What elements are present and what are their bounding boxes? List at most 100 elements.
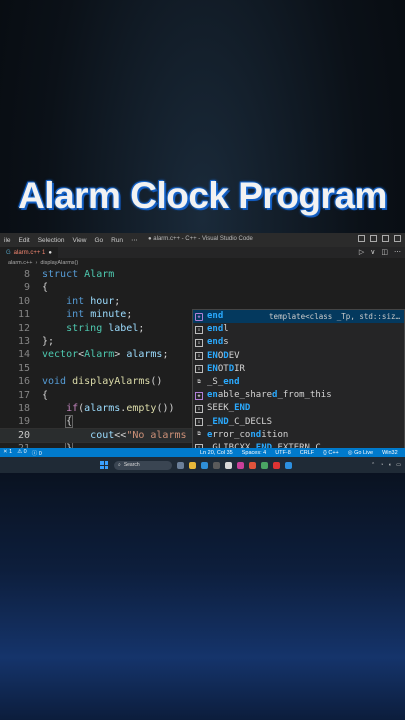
- indentation[interactable]: Spaces: 4: [242, 450, 266, 456]
- toggle-secondary-sidebar-icon[interactable]: [382, 235, 389, 242]
- code-line: 9{: [0, 281, 405, 294]
- code-line: 10 int hour;: [0, 295, 405, 308]
- store-icon[interactable]: [213, 461, 220, 469]
- menu-go[interactable]: Go: [90, 237, 107, 244]
- app-icon[interactable]: [225, 461, 232, 469]
- encoding[interactable]: UTF-8: [275, 450, 291, 456]
- cpp-file-icon: G: [6, 249, 11, 256]
- app-icon[interactable]: [273, 461, 280, 469]
- toggle-sidebar-icon[interactable]: [358, 235, 365, 242]
- menu-selection[interactable]: Selection: [34, 237, 69, 244]
- breadcrumb-file[interactable]: alarm.c++: [8, 260, 32, 266]
- file-explorer-icon[interactable]: [189, 461, 196, 469]
- line-number: 15: [17, 362, 30, 374]
- enum-icon: ⧉: [197, 378, 201, 385]
- video-title-banner: Alarm Clock Program: [18, 175, 387, 216]
- toggle-panel-icon[interactable]: [370, 235, 377, 242]
- line-number: 13: [17, 335, 30, 347]
- speaker-icon[interactable]: ◖: [388, 462, 391, 468]
- class-icon: ◈: [195, 391, 203, 400]
- autocomplete-suggestions: ◈ end template<class _Tp, std::siz… ▫ en…: [192, 309, 405, 469]
- line-number: 8: [23, 269, 30, 280]
- menu-file[interactable]: ile: [0, 237, 15, 244]
- suggestion-item[interactable]: ▫ ENODEV: [193, 350, 404, 363]
- cube-icon: ▫: [195, 325, 203, 334]
- macro-icon: ▫: [195, 418, 203, 427]
- suggestion-item[interactable]: ◈ enable_shared_from_this: [193, 389, 404, 402]
- layout-controls: [358, 235, 401, 242]
- line-number: 10: [17, 295, 30, 307]
- search-placeholder: Search: [123, 462, 140, 468]
- cursor-position[interactable]: Ln 20, Col 35: [200, 450, 233, 456]
- chevron-right-icon: ›: [35, 260, 38, 266]
- tab-bar: G alarm.c++ 1 ● ▷ ∨ ◫ ⋯: [0, 247, 405, 258]
- more-actions-icon[interactable]: ⋯: [394, 248, 401, 256]
- macro-icon: ▫: [195, 404, 203, 413]
- problems-indicator[interactable]: ⨯ 1 ⚠ 0 ⓘ 0: [0, 449, 42, 457]
- app-icon[interactable]: [237, 461, 244, 469]
- warning-count: ⚠ 0: [17, 448, 27, 455]
- suggestion-item[interactable]: ▫ endl: [193, 323, 404, 336]
- vscode-window: ile Edit Selection View Go Run ⋯ ● alarm…: [0, 233, 405, 473]
- error-count: ⨯ 1: [3, 448, 13, 455]
- code-line: 8 struct Alarm: [0, 268, 405, 281]
- customize-layout-icon[interactable]: [394, 235, 401, 242]
- modified-dot-icon[interactable]: ●: [48, 250, 52, 256]
- battery-icon[interactable]: ▭: [396, 462, 401, 468]
- chrome-icon[interactable]: [261, 461, 268, 469]
- language-mode[interactable]: {} C++: [323, 450, 339, 456]
- line-number: 14: [17, 349, 30, 361]
- line-number: 9: [23, 282, 30, 294]
- line-number: 11: [17, 309, 30, 321]
- window-title: ● alarm.c++ - C++ - Visual Studio Code: [148, 236, 253, 242]
- tab-label: alarm.c++ 1: [13, 249, 46, 256]
- suggestion-item[interactable]: ▫ SEEK_END: [193, 402, 404, 415]
- suggestion-item[interactable]: ⧉ _S_end: [193, 376, 404, 389]
- line-number: 17: [17, 389, 30, 401]
- suggestion-detail: template<class _Tp, std::siz…: [269, 312, 400, 321]
- menu-more[interactable]: ⋯: [127, 236, 142, 244]
- status-right: Ln 20, Col 35 Spaces: 4 UTF-8 CRLF {} C+…: [200, 450, 403, 456]
- wifi-icon[interactable]: ◔: [380, 462, 383, 468]
- suggestion-item[interactable]: ▫ ends: [193, 336, 404, 349]
- status-bar: ⨯ 1 ⚠ 0 ⓘ 0 Ln 20, Col 35 Spaces: 4 UTF-…: [0, 448, 405, 457]
- suggestion-item[interactable]: ▫ _END_C_DECLS: [193, 416, 404, 429]
- vscode-icon[interactable]: [285, 461, 292, 469]
- suggestion-item[interactable]: ⧉ error_condition: [193, 429, 404, 442]
- code-editor[interactable]: 8 struct Alarm 9{ 10 int hour; 11 int min…: [0, 268, 405, 469]
- macro-icon: ▫: [195, 365, 203, 374]
- line-ending[interactable]: CRLF: [300, 450, 314, 456]
- system-tray: ⌃ ◔ ◖ ▭: [371, 462, 401, 468]
- background-glow: [0, 470, 405, 720]
- run-dropdown-icon[interactable]: ∨: [370, 248, 375, 256]
- menu-run[interactable]: Run: [107, 237, 127, 244]
- edge-icon[interactable]: [201, 461, 208, 469]
- breadcrumb: alarm.c++ › displayAlarms(): [0, 258, 405, 268]
- tab-alarm-cpp[interactable]: G alarm.c++ 1 ●: [0, 247, 58, 258]
- run-icon[interactable]: ▷: [359, 248, 364, 256]
- macro-icon: ▫: [195, 352, 203, 361]
- class-icon: ⧉: [197, 431, 201, 438]
- platform[interactable]: Win32: [382, 450, 398, 456]
- split-editor-icon[interactable]: ◫: [381, 248, 388, 256]
- cube-icon: ◈: [195, 312, 203, 321]
- go-live-button[interactable]: ◎ Go Live: [348, 450, 373, 456]
- line-number: 19: [17, 416, 30, 428]
- cube-icon: ▫: [195, 338, 203, 347]
- line-number: 12: [17, 322, 30, 334]
- info-count: ⓘ 0: [31, 450, 42, 457]
- breadcrumb-symbol[interactable]: displayAlarms(): [40, 260, 78, 266]
- line-number: 16: [17, 376, 30, 388]
- chevron-up-icon[interactable]: ⌃: [371, 462, 375, 468]
- suggestion-item[interactable]: ◈ end template<class _Tp, std::siz…: [193, 310, 404, 324]
- windows-taskbar: ⌕ Search ⌃ ◔ ◖ ▭: [0, 457, 405, 473]
- menu-view[interactable]: View: [68, 237, 90, 244]
- editor-actions: ▷ ∨ ◫ ⋯: [359, 248, 401, 256]
- windows-start-icon[interactable]: [100, 461, 108, 469]
- suggestion-item[interactable]: ▫ ENOTDIR: [193, 363, 404, 376]
- task-view-icon[interactable]: [177, 461, 184, 469]
- app-icon[interactable]: [249, 461, 256, 469]
- menu-edit[interactable]: Edit: [15, 237, 34, 244]
- line-number: 20: [17, 429, 30, 441]
- taskbar-search[interactable]: ⌕ Search: [114, 460, 172, 470]
